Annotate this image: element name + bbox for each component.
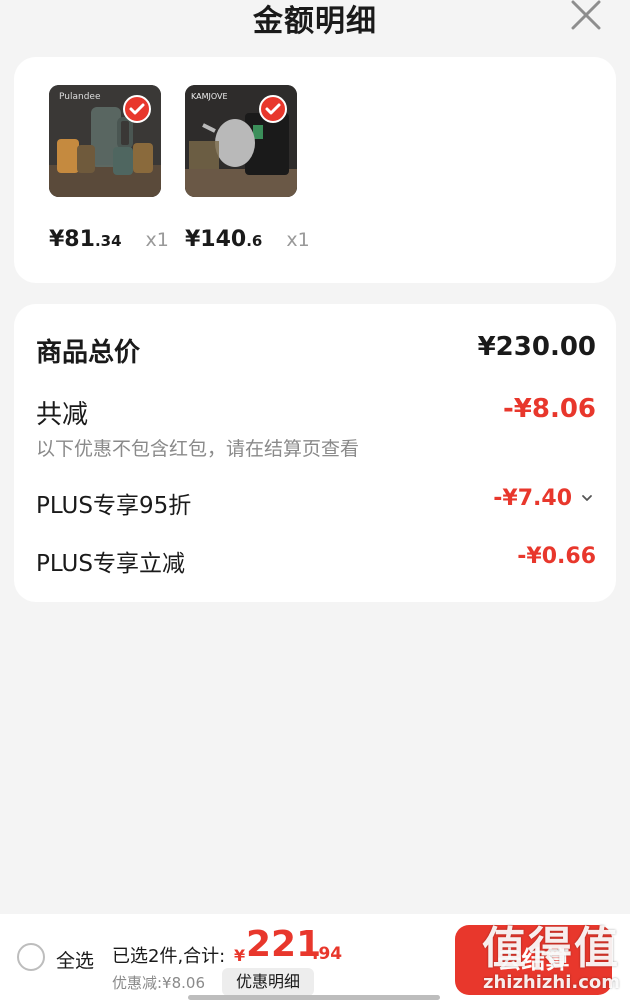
product-price-row: ¥140.6 x1 <box>185 227 310 252</box>
checkmark-icon <box>265 103 281 115</box>
checked-badge[interactable] <box>259 95 287 123</box>
product-thumbnail[interactable]: KAMJOVE <box>185 85 297 197</box>
select-all-checkbox[interactable] <box>17 943 45 971</box>
total-amount-fraction: .94 <box>312 944 343 964</box>
product-item[interactable]: KAMJOVE <box>185 85 297 197</box>
total-amount-integer: 221 <box>246 924 322 965</box>
discount-value: -¥0.66 <box>517 544 596 569</box>
product-price-row: ¥81.34 x1 <box>49 227 169 252</box>
select-all-label[interactable]: 全选 <box>56 946 94 973</box>
selected-count-text: 已选2件,合计: <box>112 946 226 967</box>
discount-note: 以下优惠不包含红包，请在结算页查看 <box>36 438 360 460</box>
product-item[interactable]: Pulandee <box>49 85 161 197</box>
checkout-button[interactable]: 去结算 <box>455 925 612 995</box>
discount-row-plus-reduce: PLUS专享立减 -¥0.66 <box>36 544 596 578</box>
product-price-fraction: .34 <box>94 232 122 250</box>
checked-badge[interactable] <box>123 95 151 123</box>
product-quantity: x1 <box>286 229 310 251</box>
svg-text:Pulandee: Pulandee <box>59 92 101 102</box>
total-price-label: 商品总价 <box>36 338 141 368</box>
discount-row-plus95[interactable]: PLUS专享95折 -¥7.40 <box>36 486 596 520</box>
checkmark-icon <box>129 103 145 115</box>
product-list-card: Pulandee ¥81.34 x1 KAMJOVE ¥140.6 x1 <box>14 57 616 283</box>
product-price-integer: ¥81 <box>49 227 95 252</box>
discount-summary-text: 优惠减:¥8.06 <box>112 974 205 992</box>
product-price-integer: ¥140 <box>185 227 247 252</box>
header: 金额明细 <box>0 0 630 40</box>
total-price-value: ¥230.00 <box>477 332 596 362</box>
total-price-row: 商品总价 ¥230.00 <box>36 332 596 369</box>
discount-label: PLUS专享立减 <box>36 551 185 577</box>
total-reduction-value: -¥8.06 <box>502 394 596 424</box>
page-title: 金额明细 <box>253 4 377 39</box>
close-button[interactable] <box>570 0 602 30</box>
chevron-down-icon[interactable] <box>580 490 594 509</box>
product-thumbnail[interactable]: Pulandee <box>49 85 161 197</box>
discount-value: -¥7.40 <box>493 486 572 511</box>
discount-label: PLUS专享95折 <box>36 493 192 519</box>
close-icon[interactable] <box>570 0 602 30</box>
product-price-fraction: .6 <box>246 232 263 250</box>
svg-text:KAMJOVE: KAMJOVE <box>191 92 228 101</box>
bottom-checkout-bar: 全选 已选2件,合计: ¥ 221 .94 优惠减:¥8.06 优惠明细 去结算 <box>0 914 630 1000</box>
price-summary-card: 商品总价 ¥230.00 共减 -¥8.06 以下优惠不包含红包，请在结算页查看… <box>14 304 616 602</box>
total-reduction-row: 共减 -¥8.06 <box>36 394 596 431</box>
total-currency: ¥ <box>234 946 246 965</box>
total-reduction-label: 共减 <box>36 400 89 430</box>
product-quantity: x1 <box>145 229 169 251</box>
home-indicator[interactable] <box>188 995 440 1000</box>
discount-detail-button[interactable]: 优惠明细 <box>222 968 314 996</box>
